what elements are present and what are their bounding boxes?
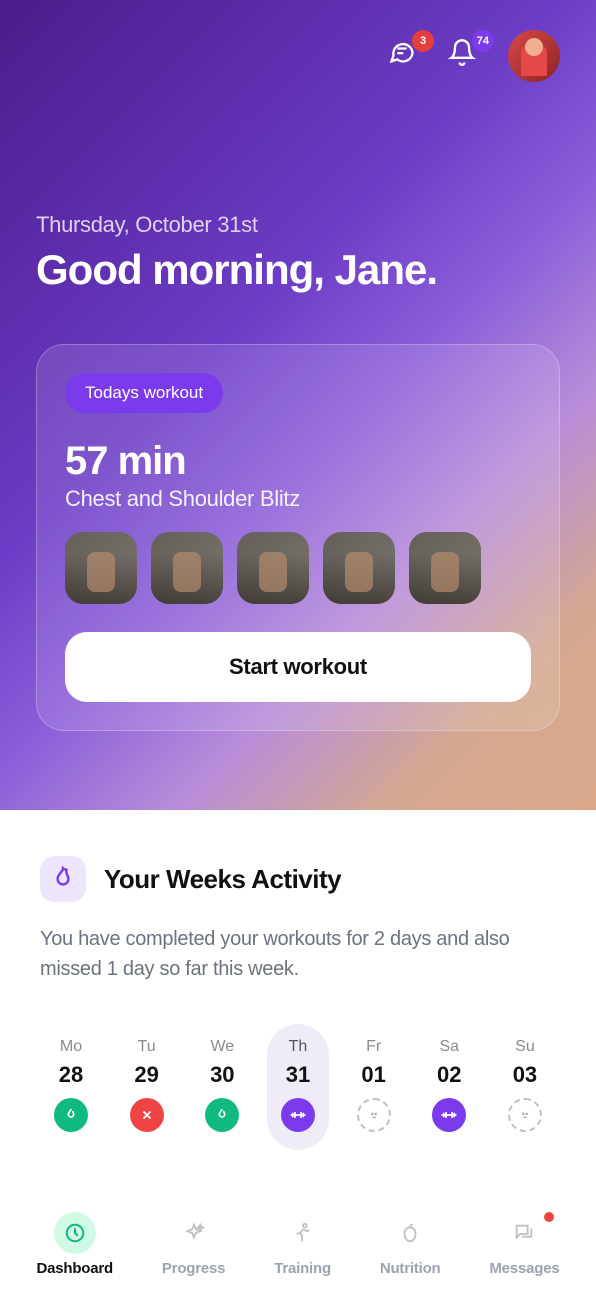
tab-label: Progress: [162, 1260, 225, 1277]
start-workout-button[interactable]: Start workout: [65, 632, 531, 702]
day-num: 29: [134, 1062, 158, 1088]
workout-pill: Todays workout: [65, 373, 223, 413]
tabbar: Dashboard Progress Training Nutrition Me…: [0, 1192, 596, 1296]
current-date: Thursday, October 31st: [36, 212, 560, 238]
day-th-current[interactable]: Th 31: [267, 1024, 329, 1150]
day-abbr: We: [210, 1038, 234, 1056]
activity-description: You have completed your workouts for 2 d…: [40, 924, 556, 984]
exercise-thumbnails: [65, 532, 531, 604]
day-num: 03: [513, 1062, 537, 1088]
tab-messages[interactable]: Messages: [489, 1212, 559, 1277]
day-num: 02: [437, 1062, 461, 1088]
run-icon: [292, 1222, 314, 1244]
day-num: 01: [361, 1062, 385, 1088]
day-mo[interactable]: Mo 28: [40, 1024, 102, 1150]
gauge-icon: [64, 1222, 86, 1244]
tab-label: Messages: [489, 1260, 559, 1277]
avatar[interactable]: [508, 30, 560, 82]
tab-label: Training: [274, 1260, 331, 1277]
day-num: 31: [286, 1062, 310, 1088]
day-tu[interactable]: Tu 29: [116, 1024, 178, 1150]
workout-name: Chest and Shoulder Blitz: [65, 486, 531, 512]
notifications-button[interactable]: 74: [448, 38, 484, 74]
day-abbr: Fr: [366, 1038, 381, 1056]
tab-dashboard[interactable]: Dashboard: [36, 1212, 113, 1277]
section-header: Your Weeks Activity: [40, 856, 556, 902]
week-row: Mo 28 Tu 29 We 30 Th 31 Fr 01 Sa 02: [40, 1024, 556, 1150]
messages-button[interactable]: 3: [388, 38, 424, 74]
activity-title: Your Weeks Activity: [104, 864, 341, 895]
day-su[interactable]: Su 03: [494, 1024, 556, 1150]
activity-section: Your Weeks Activity You have completed y…: [0, 810, 596, 1170]
exercise-thumb[interactable]: [151, 532, 223, 604]
tab-progress[interactable]: Progress: [162, 1212, 225, 1277]
workout-card: Todays workout 57 min Chest and Shoulder…: [36, 344, 560, 731]
day-num: 30: [210, 1062, 234, 1088]
tab-label: Nutrition: [380, 1260, 441, 1277]
fire-icon: [54, 1098, 88, 1132]
workout-duration: 57 min: [65, 439, 531, 484]
notifications-badge: 74: [472, 30, 494, 52]
sparkle-icon: [183, 1222, 205, 1244]
rest-icon: [508, 1098, 542, 1132]
hero-section: 3 74 Thursday, October 31st Good morning…: [0, 0, 596, 810]
fire-icon: [50, 866, 76, 892]
apple-icon: [399, 1222, 421, 1244]
day-abbr: Th: [289, 1038, 308, 1056]
messages-badge: 3: [412, 30, 434, 52]
barbell-icon: [281, 1098, 315, 1132]
fire-icon: [205, 1098, 239, 1132]
day-abbr: Mo: [60, 1038, 82, 1056]
tab-training[interactable]: Training: [274, 1212, 331, 1277]
day-we[interactable]: We 30: [191, 1024, 253, 1150]
fire-icon-square: [40, 856, 86, 902]
day-num: 28: [59, 1062, 83, 1088]
chat-icon: [513, 1222, 535, 1244]
x-icon: [130, 1098, 164, 1132]
rest-icon: [357, 1098, 391, 1132]
tab-nutrition[interactable]: Nutrition: [380, 1212, 441, 1277]
exercise-thumb[interactable]: [65, 532, 137, 604]
greeting: Good morning, Jane.: [36, 246, 560, 294]
topbar: 3 74: [36, 30, 560, 82]
day-abbr: Tu: [138, 1038, 156, 1056]
exercise-thumb[interactable]: [237, 532, 309, 604]
notification-dot: [544, 1212, 554, 1222]
exercise-thumb[interactable]: [409, 532, 481, 604]
barbell-icon: [432, 1098, 466, 1132]
day-abbr: Sa: [439, 1038, 459, 1056]
day-sa[interactable]: Sa 02: [418, 1024, 480, 1150]
day-fr[interactable]: Fr 01: [343, 1024, 405, 1150]
exercise-thumb[interactable]: [323, 532, 395, 604]
day-abbr: Su: [515, 1038, 535, 1056]
tab-label: Dashboard: [36, 1260, 113, 1277]
